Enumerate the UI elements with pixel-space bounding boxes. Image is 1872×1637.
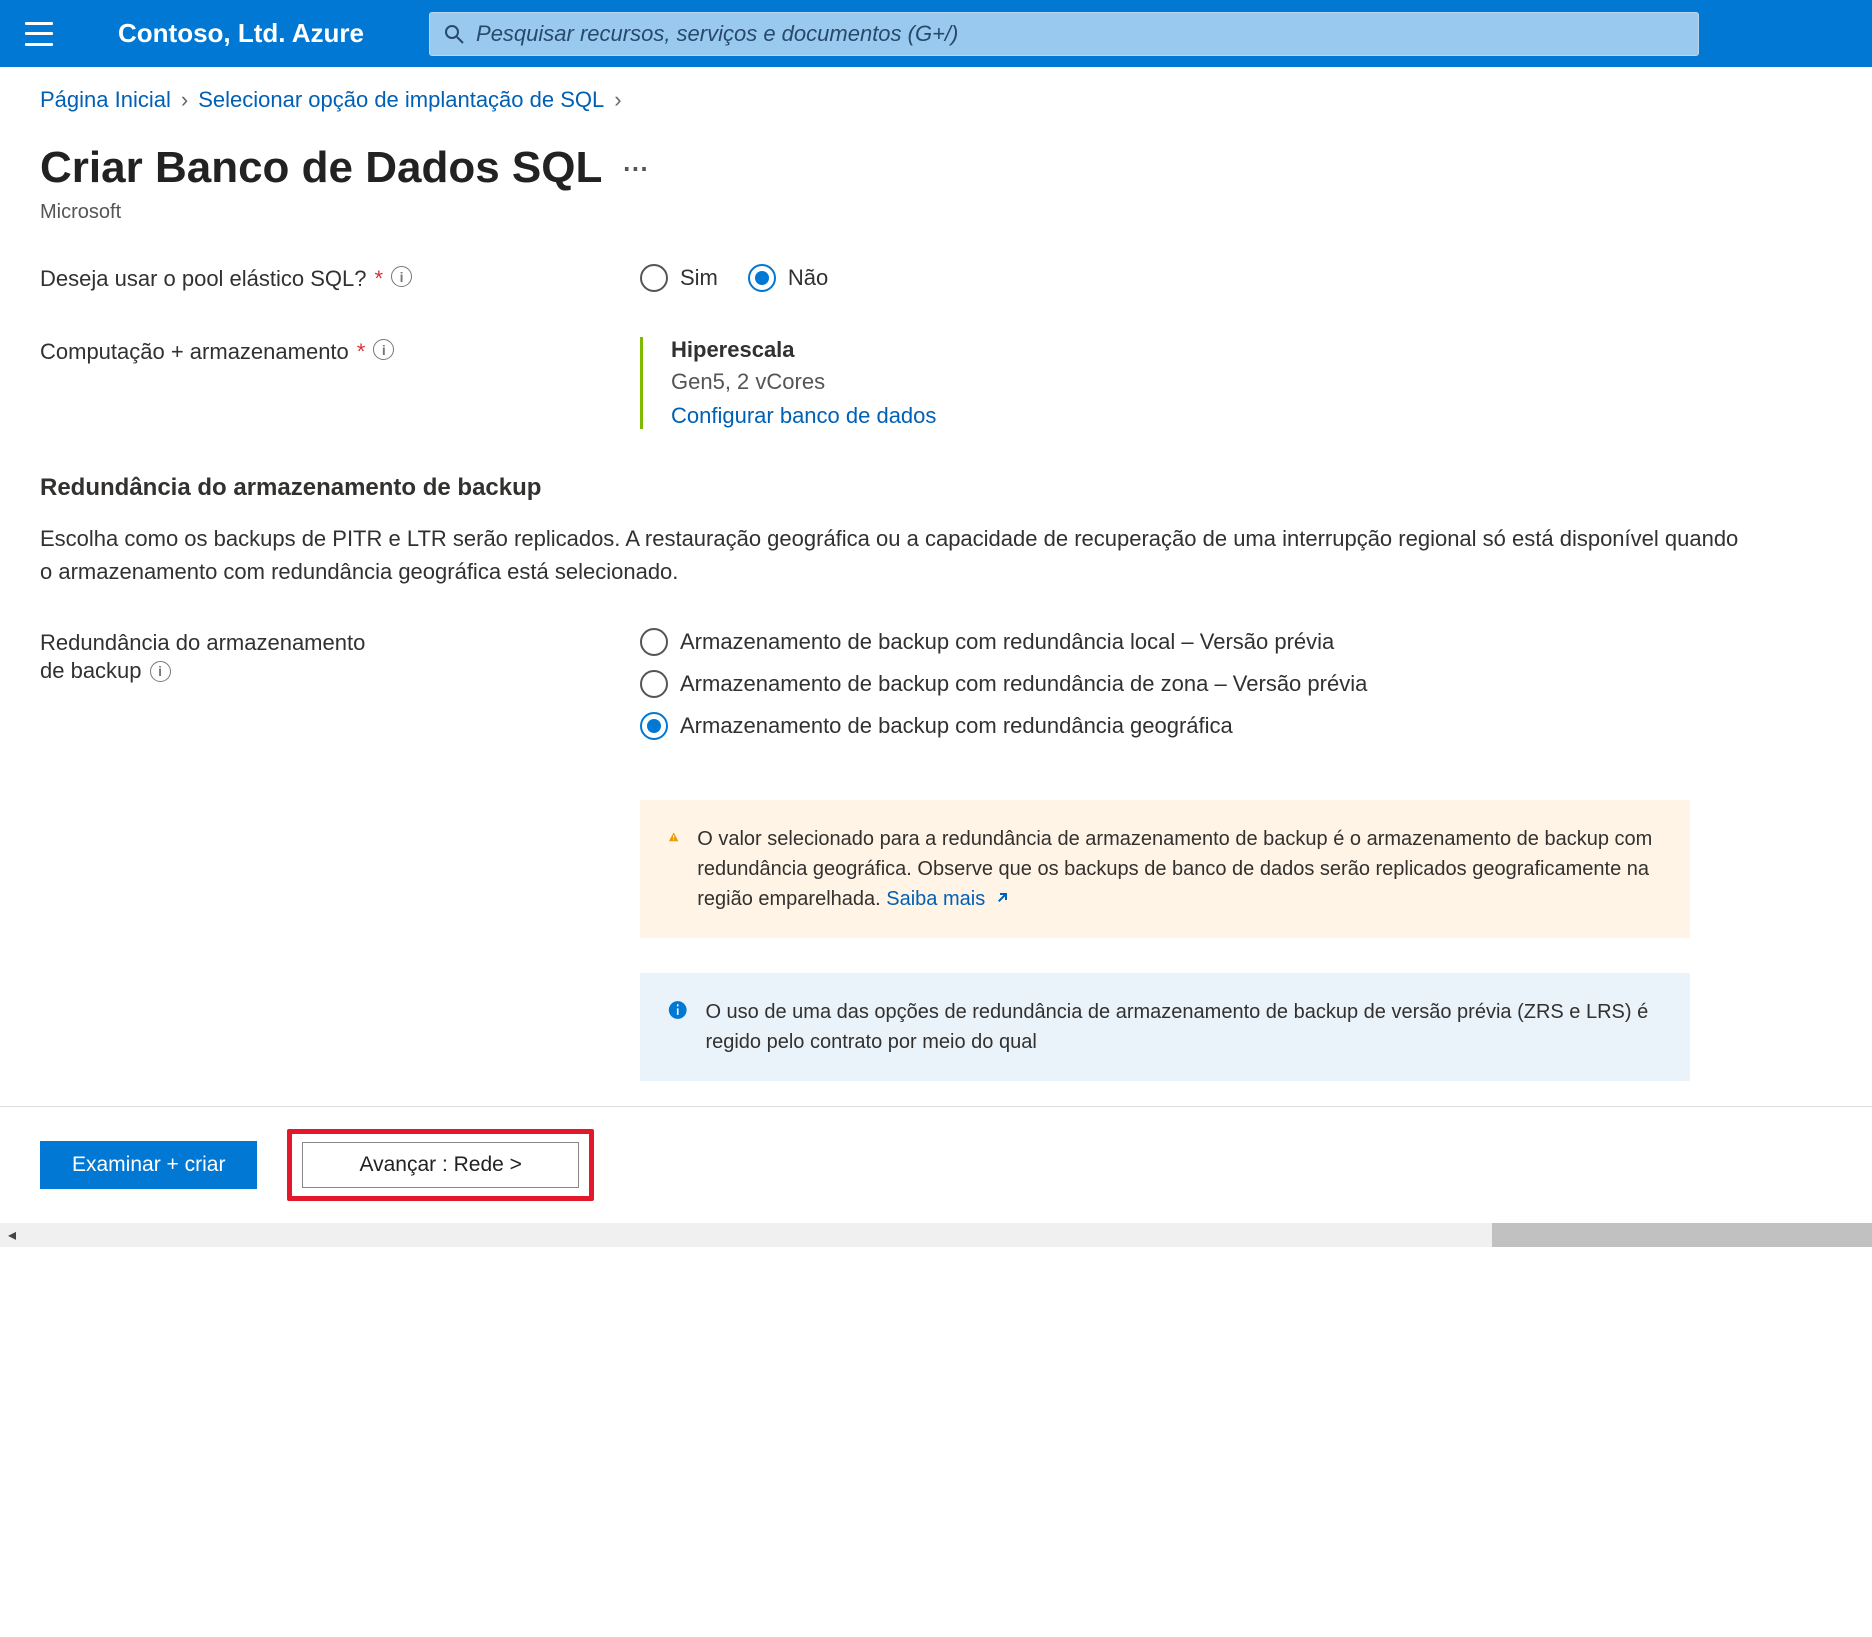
- preview-info-alert: O uso de uma das opções de redundância d…: [640, 973, 1690, 1081]
- elastic-pool-label: Deseja usar o pool elástico SQL? * i: [40, 264, 640, 292]
- elastic-yes-label: Sim: [680, 265, 718, 291]
- breadcrumb: Página Inicial › Selecionar opção de imp…: [40, 87, 1832, 113]
- chevron-right-icon: ›: [614, 87, 621, 113]
- info-icon[interactable]: i: [391, 266, 412, 287]
- hamburger-icon[interactable]: [25, 22, 53, 46]
- backup-local-radio[interactable]: Armazenamento de backup com redundância …: [640, 628, 1832, 656]
- backup-redundancy-row: Redundância do armazenamento de backup i…: [40, 628, 1832, 1081]
- compute-label-text: Computação + armazenamento: [40, 339, 349, 365]
- page-subtitle: Microsoft: [40, 201, 1832, 224]
- elastic-no-radio[interactable]: Não: [748, 264, 828, 292]
- elastic-no-label: Não: [788, 265, 828, 291]
- main-content: Página Inicial › Selecionar opção de imp…: [0, 67, 1872, 1081]
- backup-label-2: de backup: [40, 658, 142, 684]
- external-link-icon: [995, 884, 1009, 914]
- learn-more-link[interactable]: Saiba mais: [886, 888, 1009, 910]
- elastic-yes-radio[interactable]: Sim: [640, 264, 718, 292]
- compute-storage-label: Computação + armazenamento * i: [40, 337, 640, 429]
- breadcrumb-deploy-option[interactable]: Selecionar opção de implantação de SQL: [198, 87, 604, 113]
- info-icon[interactable]: i: [373, 339, 394, 360]
- page-title-text: Criar Banco de Dados SQL: [40, 143, 602, 193]
- brand-title: Contoso, Ltd. Azure: [118, 18, 364, 49]
- top-bar: Contoso, Ltd. Azure Pesquisar recursos, …: [0, 0, 1872, 67]
- search-input[interactable]: Pesquisar recursos, serviços e documento…: [429, 12, 1699, 56]
- elastic-label-text: Deseja usar o pool elástico SQL?: [40, 266, 367, 292]
- compute-detail: Gen5, 2 vCores: [671, 369, 1832, 395]
- scroll-left-arrow-icon[interactable]: ◂: [0, 1223, 24, 1247]
- required-asterisk: *: [375, 266, 384, 292]
- horizontal-scrollbar[interactable]: ◂: [0, 1223, 1872, 1247]
- backup-radio-group: Armazenamento de backup com redundância …: [640, 628, 1832, 740]
- backup-redundancy-description: Escolha como os backups de PITR e LTR se…: [40, 522, 1740, 588]
- warning-icon: [668, 824, 679, 850]
- backup-zone-label: Armazenamento de backup com redundância …: [680, 671, 1367, 697]
- info-icon: [668, 997, 687, 1023]
- backup-geo-radio[interactable]: Armazenamento de backup com redundância …: [640, 712, 1832, 740]
- compute-storage-row: Computação + armazenamento * i Hiperesca…: [40, 337, 1832, 429]
- configure-database-link[interactable]: Configurar banco de dados: [671, 403, 1832, 429]
- breadcrumb-home[interactable]: Página Inicial: [40, 87, 171, 113]
- backup-local-label: Armazenamento de backup com redundância …: [680, 629, 1334, 655]
- search-placeholder: Pesquisar recursos, serviços e documento…: [476, 21, 958, 47]
- elastic-pool-row: Deseja usar o pool elástico SQL? * i Sim…: [40, 264, 1832, 292]
- geo-warning-text: O valor selecionado para a redundância d…: [697, 824, 1662, 914]
- scroll-thumb[interactable]: [1492, 1223, 1872, 1247]
- page-title: Criar Banco de Dados SQL ⋯: [40, 143, 1832, 193]
- search-icon: [444, 24, 464, 44]
- footer-actions: Examinar + criar Avançar : Rede >: [0, 1106, 1872, 1223]
- backup-geo-label: Armazenamento de backup com redundância …: [680, 713, 1233, 739]
- backup-redundancy-heading: Redundância do armazenamento de backup: [40, 474, 1832, 502]
- next-button-highlight: Avançar : Rede >: [287, 1129, 593, 1201]
- chevron-right-icon: ›: [181, 87, 188, 113]
- geo-warning-alert: O valor selecionado para a redundância d…: [640, 800, 1690, 938]
- compute-summary: Hiperescala Gen5, 2 vCores Configurar ba…: [640, 337, 1832, 429]
- backup-zone-radio[interactable]: Armazenamento de backup com redundância …: [640, 670, 1832, 698]
- review-create-button[interactable]: Examinar + criar: [40, 1141, 257, 1189]
- info-icon[interactable]: i: [150, 661, 171, 682]
- elastic-radio-group: Sim Não: [640, 264, 1832, 292]
- next-network-button[interactable]: Avançar : Rede >: [302, 1142, 578, 1188]
- backup-redundancy-label: Redundância do armazenamento de backup i: [40, 628, 640, 1081]
- compute-tier: Hiperescala: [671, 337, 1832, 363]
- preview-info-text: O uso de uma das opções de redundância d…: [705, 997, 1662, 1057]
- backup-label-1: Redundância do armazenamento: [40, 630, 365, 656]
- more-actions-icon[interactable]: ⋯: [622, 153, 650, 184]
- required-asterisk: *: [357, 339, 366, 365]
